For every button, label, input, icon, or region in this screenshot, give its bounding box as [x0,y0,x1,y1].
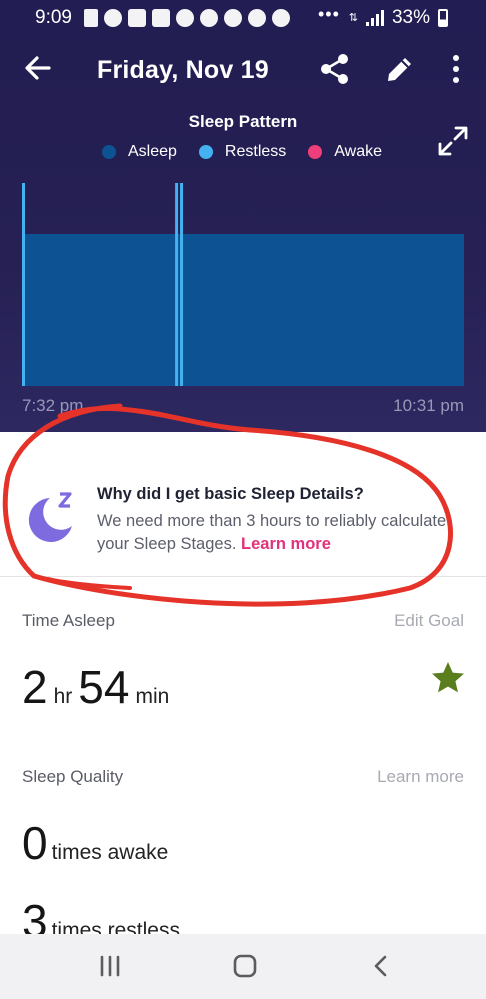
legend-item-restless: Restless [198,143,287,161]
app-n-icon-2 [152,9,170,27]
time-asleep-value: 2 hr 54 min [22,660,175,714]
legend-item-awake: Awake [308,143,382,161]
legend-dot-restless [198,145,213,159]
goal-star-icon [432,662,464,693]
recent-apps-icon[interactable] [97,954,123,978]
info-title: Why did I get basic Sleep Details? [97,485,364,503]
sleep-header-panel: 9:09 ••• ⇅ 33% Friday, Nov 19 Sleep Patt… [0,0,486,432]
share-icon[interactable] [318,52,352,86]
status-bar: 9:09 ••• ⇅ 33% [0,0,486,36]
status-time: 9:09 [35,7,72,28]
facebook-icon-2 [200,9,218,27]
time-asleep-label: Time Asleep [22,611,115,630]
pencil-icon[interactable] [383,52,417,86]
messenger-icon [104,9,122,27]
home-icon[interactable] [232,954,258,978]
chart-segment-restless-3 [180,183,184,386]
facebook-icon-3 [224,9,242,27]
chart-segment-restless-1 [22,183,25,386]
sleep-moon-icon [28,492,72,542]
basic-sleep-info-card: Why did I get basic Sleep Details? We ne… [0,432,486,577]
chart-start-time: 7:32 pm [22,396,84,415]
chart-segment-restless-2 [175,183,179,386]
notification-doc-icon [84,9,98,27]
data-transfer-icon: ⇅ [348,12,358,24]
time-asleep-hours: 2 [22,661,48,713]
time-asleep-minutes-unit: min [135,685,170,708]
times-awake-count: 0 [22,817,48,869]
divider [0,576,486,577]
info-body: We need more than 3 hours to reliably ca… [97,510,467,556]
edit-goal-link[interactable]: Edit Goal [394,611,464,631]
times-awake-row: 0 times awake [22,816,174,870]
sleep-pattern-chart [22,183,464,386]
app-header: Friday, Nov 19 [0,40,486,100]
chart-legend: Asleep Restless Awake [102,143,404,161]
chart-title: Sleep Pattern [188,112,298,131]
nav-back-icon[interactable] [368,954,394,978]
battery-percent: 33% [391,7,430,28]
app-n-icon [128,9,146,27]
legend-label-asleep: Asleep [128,143,177,160]
pinterest-icon-2 [272,9,290,27]
legend-label-awake: Awake [334,143,383,160]
more-notifications-icon: ••• [318,4,340,24]
legend-item-asleep: Asleep [102,143,177,161]
more-vert-icon[interactable] [444,52,468,86]
legend-label-restless: Restless [224,143,287,160]
legend-dot-asleep [102,145,116,159]
sleep-quality-learn-more[interactable]: Learn more [377,767,464,787]
legend-dot-awake [308,145,323,159]
back-arrow-icon[interactable] [20,50,56,86]
sleep-quality-label: Sleep Quality [22,767,124,786]
time-asleep-hours-unit: hr [53,685,73,708]
system-nav-bar [0,934,486,999]
expand-icon[interactable] [436,124,470,158]
times-awake-text: times awake [51,841,169,864]
learn-more-link[interactable]: Learn more [241,535,331,553]
page-title: Friday, Nov 19 [97,56,269,84]
signal-icon [365,10,384,26]
battery-icon [438,9,448,27]
chart-end-time: 10:31 pm [393,396,464,415]
facebook-icon [176,9,194,27]
notification-icons [84,9,290,27]
time-asleep-minutes: 54 [78,661,130,713]
pinterest-icon [248,9,266,27]
system-status: ⇅ 33% [349,7,448,29]
chart-segment-asleep-1 [22,234,464,386]
